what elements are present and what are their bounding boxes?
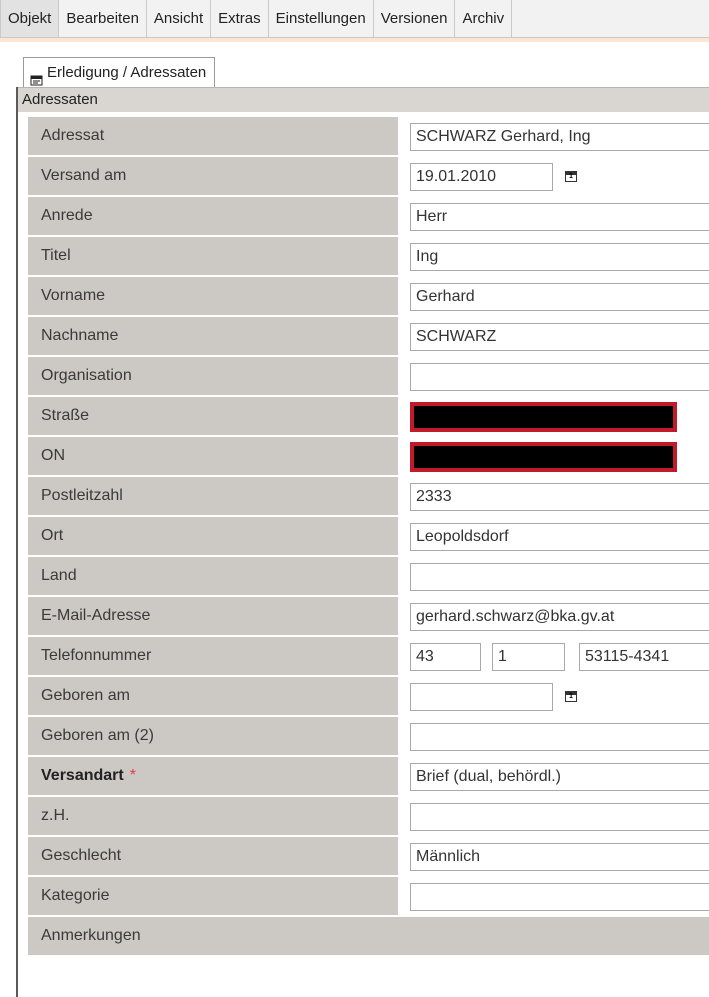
label-kategorie: Kategorie: [28, 877, 398, 917]
label-geboren-am-2: Geboren am (2): [28, 717, 398, 757]
section-header-adressaten: Adressaten: [18, 87, 709, 112]
label-organisation: Organisation: [28, 357, 398, 397]
label-on: ON: [28, 437, 398, 477]
label-vorname: Vorname: [28, 277, 398, 317]
label-anmerkungen: Anmerkungen: [28, 917, 709, 957]
row-geschlecht: Geschlecht Männlich: [28, 837, 709, 877]
versand-am-field[interactable]: 19.01.2010: [410, 163, 553, 191]
menu-objekt[interactable]: Objekt: [0, 0, 60, 37]
calendar-icon[interactable]: [565, 171, 577, 182]
strasse-field-redacted[interactable]: [410, 402, 677, 432]
versandart-label-text: Versandart: [41, 767, 124, 784]
phone-country-field[interactable]: 43: [410, 643, 481, 671]
label-geschlecht: Geschlecht: [28, 837, 398, 877]
adressat-field[interactable]: SCHWARZ Gerhard, Ing: [410, 123, 709, 151]
label-anrede: Anrede: [28, 197, 398, 237]
label-titel: Titel: [28, 237, 398, 277]
menu-separator: [0, 38, 709, 42]
geschlecht-select[interactable]: Männlich: [410, 843, 709, 871]
row-kategorie: Kategorie: [28, 877, 709, 917]
ort-field[interactable]: Leopoldsdorf: [410, 523, 709, 551]
label-strasse: Straße: [28, 397, 398, 437]
row-adressat: Adressat SCHWARZ Gerhard, Ing: [28, 117, 709, 157]
row-strasse: Straße: [28, 397, 709, 437]
row-anmerkungen: Anmerkungen: [28, 917, 709, 957]
label-ort: Ort: [28, 517, 398, 557]
postleitzahl-field[interactable]: 2333: [410, 483, 709, 511]
label-versandart: Versandart *: [28, 757, 398, 797]
row-titel: Titel Ing: [28, 237, 709, 277]
row-on: ON: [28, 437, 709, 477]
row-geboren-am-2: Geboren am (2): [28, 717, 709, 757]
row-versand-am: Versand am 19.01.2010: [28, 157, 709, 197]
menu-einstellungen[interactable]: Einstellungen: [269, 0, 374, 37]
form-icon: [30, 67, 43, 86]
vorname-field[interactable]: Gerhard: [410, 283, 709, 311]
tab-label: Erledigung / Adressaten: [47, 64, 207, 81]
label-adressat: Adressat: [28, 117, 398, 157]
land-field[interactable]: [410, 563, 709, 591]
organisation-field[interactable]: [410, 363, 709, 391]
row-telefon: Telefonnummer 43 1 53115-4341: [28, 637, 709, 677]
tab-erledigung-adressaten[interactable]: Erledigung / Adressaten: [23, 57, 216, 88]
menu-archiv[interactable]: Archiv: [455, 0, 513, 37]
label-email: E-Mail-Adresse: [28, 597, 398, 637]
zh-field[interactable]: [410, 803, 709, 831]
menu-extras[interactable]: Extras: [211, 0, 269, 37]
label-geboren-am: Geboren am: [28, 677, 398, 717]
titel-field[interactable]: Ing: [410, 243, 709, 271]
row-land: Land: [28, 557, 709, 597]
geboren-am-field[interactable]: [410, 683, 553, 711]
anrede-field[interactable]: Herr: [410, 203, 709, 231]
geboren-am-2-field[interactable]: [410, 723, 709, 751]
calendar-icon[interactable]: [565, 691, 577, 702]
row-geboren-am: Geboren am: [28, 677, 709, 717]
label-land: Land: [28, 557, 398, 597]
row-organisation: Organisation: [28, 357, 709, 397]
menu-bar: Objekt Bearbeiten Ansicht Extras Einstel…: [0, 0, 709, 38]
tab-strip: Erledigung / Adressaten: [16, 52, 709, 88]
label-telefon: Telefonnummer: [28, 637, 398, 677]
form-frame-border: [16, 87, 18, 997]
address-form: Adressat SCHWARZ Gerhard, Ing Versand am…: [28, 117, 709, 957]
nachname-field[interactable]: SCHWARZ: [410, 323, 709, 351]
menu-bearbeiten[interactable]: Bearbeiten: [59, 0, 147, 37]
label-versand-am: Versand am: [28, 157, 398, 197]
on-field-redacted[interactable]: [410, 442, 677, 472]
row-email: E-Mail-Adresse gerhard.schwarz@bka.gv.at: [28, 597, 709, 637]
row-nachname: Nachname SCHWARZ: [28, 317, 709, 357]
row-ort: Ort Leopoldsdorf: [28, 517, 709, 557]
row-zh: z.H.: [28, 797, 709, 837]
phone-area-field[interactable]: 1: [492, 643, 565, 671]
phone-number-field[interactable]: 53115-4341: [579, 643, 709, 671]
required-marker: *: [129, 767, 136, 784]
row-anrede: Anrede Herr: [28, 197, 709, 237]
row-versandart: Versandart * Brief (dual, behördl.): [28, 757, 709, 797]
menu-ansicht[interactable]: Ansicht: [147, 0, 212, 37]
label-postleitzahl: Postleitzahl: [28, 477, 398, 517]
menu-versionen[interactable]: Versionen: [374, 0, 456, 37]
email-field[interactable]: gerhard.schwarz@bka.gv.at: [410, 603, 709, 631]
kategorie-field[interactable]: [410, 883, 709, 911]
versandart-select[interactable]: Brief (dual, behördl.): [410, 763, 709, 791]
row-vorname: Vorname Gerhard: [28, 277, 709, 317]
label-nachname: Nachname: [28, 317, 398, 357]
label-zh: z.H.: [28, 797, 398, 837]
row-postleitzahl: Postleitzahl 2333: [28, 477, 709, 517]
